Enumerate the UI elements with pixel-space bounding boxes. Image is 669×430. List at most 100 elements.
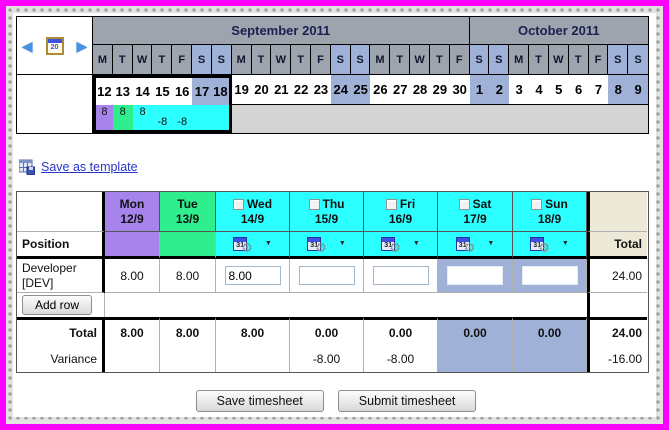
screenshot-frame: ◀ 20 ▶ September 2011 October 2011 M T W… — [0, 0, 669, 430]
day-header-fri: Fri 16/9 — [364, 192, 438, 232]
variance-row-total: -16.00 — [587, 345, 647, 372]
strip-day-letter: S — [628, 45, 648, 75]
sat-datepicker-button[interactable]: 31 ⚙ ▼ — [455, 235, 495, 255]
strip-date[interactable]: 22 — [291, 75, 312, 105]
strip-day-letter: F — [588, 45, 609, 75]
thu-checkbox[interactable] — [308, 198, 320, 210]
gear-icon: ⚙ — [463, 239, 476, 255]
strip-day-letter: S — [350, 45, 371, 75]
strip-date[interactable]: 9 — [628, 75, 648, 105]
strip-date[interactable]: 12 — [93, 75, 113, 105]
strip-day-letter: S — [489, 45, 510, 75]
fri-checkbox[interactable] — [385, 198, 397, 210]
strip-date[interactable]: 21 — [271, 75, 292, 105]
variance-cell-thu: -8.00 — [290, 345, 364, 372]
chevron-down-icon: ▼ — [561, 239, 569, 247]
header-corner-cell — [17, 192, 105, 232]
sun-datepicker-button[interactable]: 31 ⚙ ▼ — [530, 235, 569, 254]
chevron-down-icon: ▼ — [264, 239, 272, 247]
strip-date[interactable]: 4 — [529, 75, 549, 105]
strip-date[interactable]: 19 — [231, 75, 252, 105]
row-total-cell: 24.00 — [587, 259, 647, 293]
add-row-cell: Add row — [17, 293, 105, 317]
strip-date[interactable]: 23 — [311, 75, 331, 105]
strip-date[interactable]: 30 — [449, 75, 470, 105]
strip-date[interactable]: 8 — [608, 75, 629, 105]
strip-hours-value: 8 — [112, 105, 133, 133]
strip-day-letter: T — [291, 45, 312, 75]
variance-cell-sun — [513, 345, 587, 372]
sat-checkbox[interactable] — [458, 198, 470, 210]
submit-timesheet-button[interactable]: Submit timesheet — [337, 390, 477, 412]
strip-date[interactable]: 5 — [548, 75, 569, 105]
strip-date[interactable]: 25 — [350, 75, 371, 105]
strip-date[interactable]: 13 — [112, 75, 133, 105]
strip-day-letter: T — [568, 45, 589, 75]
next-week-arrow[interactable]: ▶ — [77, 39, 88, 53]
strip-day-letter: S — [192, 45, 212, 75]
strip-day-letter: T — [251, 45, 272, 75]
strip-date[interactable]: 28 — [410, 75, 430, 105]
save-timesheet-button[interactable]: Save timesheet — [195, 390, 324, 412]
strip-date[interactable]: 27 — [390, 75, 411, 105]
strip-date[interactable]: 7 — [588, 75, 609, 105]
strip-left-spacer — [17, 75, 93, 133]
wed-checkbox[interactable] — [232, 198, 244, 210]
chevron-down-icon: ▼ — [487, 239, 495, 247]
total-cell-mon: 8.00 — [105, 317, 160, 345]
timesheet-table: Mon 12/9 Tue 13/9 Wed 14/9 Thu 15/9 Fri … — [16, 191, 649, 373]
strip-date[interactable]: 2 — [489, 75, 510, 105]
prev-week-arrow[interactable]: ◀ — [22, 39, 33, 53]
goto-date-calendar-icon[interactable]: 20 — [45, 36, 64, 55]
wed-datepicker-button[interactable]: 31 ⚙ ▼ — [233, 235, 272, 254]
variance-cell-mon — [105, 345, 160, 372]
strip-date[interactable]: 14 — [132, 75, 153, 105]
strip-day-letter: T — [390, 45, 411, 75]
calendar-strip: ◀ 20 ▶ September 2011 October 2011 M T W… — [16, 16, 649, 134]
strip-date[interactable]: 16 — [172, 75, 193, 105]
strip-day-letter: F — [311, 45, 331, 75]
strip-date[interactable]: 1 — [469, 75, 490, 105]
action-buttons: Save timesheet Submit timesheet — [16, 390, 656, 412]
day-header-thu: Thu 15/9 — [290, 192, 364, 232]
sun-checkbox[interactable] — [531, 198, 543, 210]
sun-hours-input[interactable] — [521, 266, 578, 285]
add-row-empty-area — [105, 293, 587, 317]
fri-hours-input[interactable] — [372, 266, 429, 285]
strip-day-letter: W — [271, 45, 292, 75]
position-cell-tue — [160, 232, 216, 259]
day-header-wed: Wed 14/9 — [216, 192, 290, 232]
strip-day-letter: M — [370, 45, 391, 75]
wed-hours-input[interactable] — [224, 266, 281, 285]
strip-date[interactable]: 26 — [370, 75, 391, 105]
strip-variance-value: -8 — [152, 105, 173, 133]
strip-date[interactable]: 24 — [330, 75, 351, 105]
hours-cell-fri — [364, 259, 438, 293]
strip-date[interactable]: 29 — [429, 75, 450, 105]
chevron-down-icon: ▼ — [338, 239, 346, 247]
strip-date[interactable]: 17 — [192, 75, 212, 105]
strip-date[interactable]: 6 — [568, 75, 589, 105]
strip-date[interactable]: 3 — [509, 75, 530, 105]
hours-cell-sun — [513, 259, 587, 293]
hours-cell-thu — [290, 259, 364, 293]
strip-hours-value: 8 — [132, 105, 153, 133]
total-cell-thu: 0.00 — [290, 317, 364, 345]
gear-icon: ⚙ — [315, 239, 327, 255]
strip-day-letter: M — [231, 45, 252, 75]
add-row-button[interactable]: Add row — [22, 295, 93, 315]
thu-datepicker-button[interactable]: 31 ⚙ ▼ — [307, 235, 346, 254]
strip-day-letter: T — [529, 45, 549, 75]
save-as-template-link[interactable]: Save as template — [41, 160, 138, 174]
sat-hours-input[interactable] — [447, 266, 503, 285]
thu-hours-input[interactable] — [298, 266, 355, 285]
gear-icon: ⚙ — [389, 239, 401, 255]
strip-date[interactable]: 18 — [211, 75, 232, 105]
gear-icon: ⚙ — [241, 239, 253, 255]
day-header-mon: Mon 12/9 — [105, 192, 160, 232]
strip-day-letter: T — [429, 45, 450, 75]
fri-datepicker-button[interactable]: 31 ⚙ ▼ — [381, 235, 420, 254]
strip-date[interactable]: 20 — [251, 75, 272, 105]
hours-cell-wed — [216, 259, 290, 293]
strip-date[interactable]: 15 — [152, 75, 173, 105]
